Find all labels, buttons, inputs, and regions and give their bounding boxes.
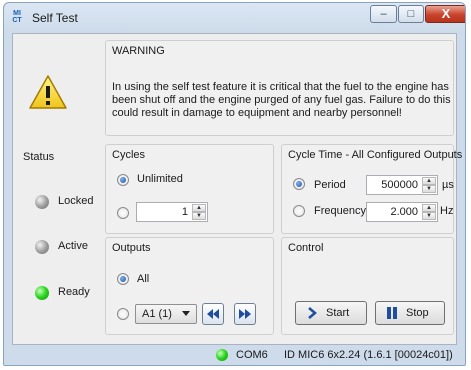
status-label-ready: Ready xyxy=(58,286,90,298)
decrement-arrow-icon[interactable]: ▼ xyxy=(422,185,436,193)
status-label-locked: Locked xyxy=(58,195,94,207)
com-port: COM6 xyxy=(236,349,268,361)
device-info: ID MIC6 6x2.24 (1.6.1 [00024c01]) xyxy=(284,349,453,361)
previous-output-button[interactable] xyxy=(202,303,224,325)
start-button[interactable]: Start xyxy=(295,301,367,325)
app-logo-text: MICT xyxy=(12,10,22,24)
warning-heading: WARNING xyxy=(112,45,165,57)
locked-indicator-icon xyxy=(35,195,49,209)
period-unit: µs xyxy=(442,179,454,191)
close-button[interactable]: X xyxy=(425,5,465,23)
app-logo-icon: MICT xyxy=(11,10,27,26)
frequency-radio[interactable] xyxy=(293,205,305,217)
period-spin-buttons[interactable]: ▲ ▼ xyxy=(422,177,436,193)
ready-indicator-icon xyxy=(35,286,49,300)
warning-message: In using the self test feature it is cri… xyxy=(112,81,451,119)
all-outputs-label[interactable]: All xyxy=(137,273,149,285)
maximize-button[interactable]: □ xyxy=(398,5,424,23)
frequency-stepper[interactable]: 2.000 ▲ ▼ xyxy=(366,202,438,222)
cycle-time-heading: Cycle Time - All Configured Outputs xyxy=(288,149,463,161)
stop-button[interactable]: Stop xyxy=(375,301,445,325)
cycles-count-value: 1 xyxy=(181,206,188,218)
cycles-count-stepper[interactable]: 1 ▲ ▼ xyxy=(136,202,208,222)
decrement-arrow-icon[interactable]: ▼ xyxy=(422,212,436,220)
single-output-radio[interactable] xyxy=(117,308,129,320)
fast-forward-icon xyxy=(239,309,251,319)
title-bar[interactable]: MICT Self Test – □ X xyxy=(4,3,465,33)
outputs-panel: Outputs All A1 (1) xyxy=(105,237,274,335)
status-bar: COM6 ID MIC6 6x2.24 (1.6.1 [00024c01]) xyxy=(4,345,465,365)
cycles-count-spin-buttons[interactable]: ▲ ▼ xyxy=(192,204,206,220)
minimize-button[interactable]: – xyxy=(370,5,397,23)
frequency-value: 2.000 xyxy=(390,206,418,218)
status-heading: Status xyxy=(23,151,55,163)
rewind-icon xyxy=(207,309,219,319)
frequency-label[interactable]: Frequency xyxy=(314,205,366,217)
cycles-heading: Cycles xyxy=(112,149,146,161)
increment-arrow-icon[interactable]: ▲ xyxy=(422,204,436,212)
next-output-button[interactable] xyxy=(234,303,256,325)
pause-icon xyxy=(387,307,397,319)
unlimited-label[interactable]: Unlimited xyxy=(137,173,183,185)
period-value: 500000 xyxy=(381,179,418,191)
increment-arrow-icon[interactable]: ▲ xyxy=(422,177,436,185)
stop-label: Stop xyxy=(406,307,429,319)
period-radio[interactable] xyxy=(293,178,305,190)
client-area: WARNING In using the self test feature i… xyxy=(12,33,462,345)
connection-indicator-icon xyxy=(216,349,228,361)
cycles-panel: Cycles Unlimited 1 ▲ ▼ xyxy=(105,144,274,234)
window-title: Self Test xyxy=(32,11,78,25)
chevron-down-icon xyxy=(182,311,190,316)
control-panel: Control Start Stop xyxy=(281,237,454,335)
play-icon xyxy=(308,307,317,319)
output-select-value: A1 (1) xyxy=(142,308,172,320)
increment-arrow-icon[interactable]: ▲ xyxy=(192,204,206,212)
output-select[interactable]: A1 (1) xyxy=(135,304,197,324)
warning-icon xyxy=(28,74,68,113)
self-test-window: MICT Self Test – □ X WARNING In using th… xyxy=(3,2,466,366)
frequency-unit: Hz xyxy=(440,205,454,217)
decrement-arrow-icon[interactable]: ▼ xyxy=(192,212,206,220)
active-indicator-icon xyxy=(35,240,49,254)
period-stepper[interactable]: 500000 ▲ ▼ xyxy=(366,175,438,195)
control-heading: Control xyxy=(288,242,324,254)
unlimited-radio[interactable] xyxy=(117,174,129,186)
outputs-heading: Outputs xyxy=(112,242,151,254)
status-label-active: Active xyxy=(58,240,88,252)
frequency-spin-buttons[interactable]: ▲ ▼ xyxy=(422,204,436,220)
start-label: Start xyxy=(326,307,350,319)
period-label[interactable]: Period xyxy=(314,179,346,191)
cycles-count-radio[interactable] xyxy=(117,207,129,219)
cycle-time-panel: Cycle Time - All Configured Outputs Peri… xyxy=(281,144,462,234)
all-outputs-radio[interactable] xyxy=(117,273,129,285)
